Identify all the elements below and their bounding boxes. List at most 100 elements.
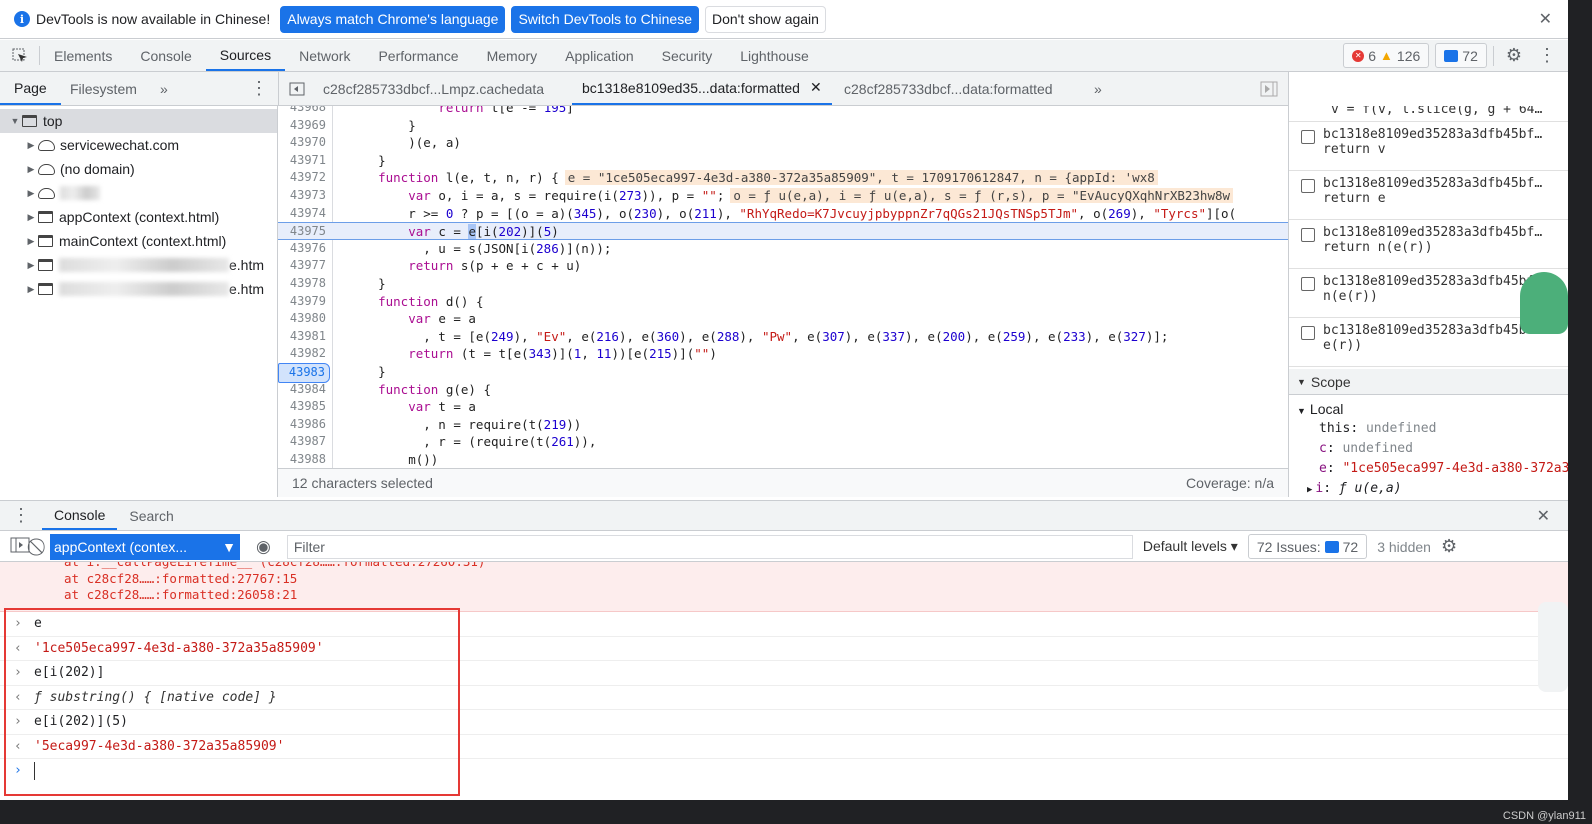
- tab-performance[interactable]: Performance: [364, 40, 472, 71]
- line-number[interactable]: 43970: [278, 134, 330, 152]
- code-line[interactable]: 43972 function l(e, t, n, r) {e = "1ce50…: [278, 169, 1288, 187]
- console-filter-input[interactable]: Filter: [286, 534, 1133, 559]
- drawer-menu-icon[interactable]: ⋮: [0, 501, 42, 530]
- blackbox-checkbox[interactable]: [1301, 277, 1315, 291]
- collapsed-arrow-icon[interactable]: ▶: [24, 260, 38, 271]
- toggle-navigator-icon[interactable]: [278, 72, 305, 105]
- drawer-tab-console[interactable]: Console: [42, 501, 118, 530]
- line-number[interactable]: 43980: [278, 310, 330, 328]
- tree-item[interactable]: ▶ e.htm: [0, 277, 277, 301]
- stack-frame[interactable]: at i.__callPageLifeTime__ (c28cf28……:for…: [64, 562, 1568, 571]
- dont-show-again-button[interactable]: Don't show again: [704, 5, 826, 33]
- tree-item[interactable]: ▶: [0, 181, 277, 205]
- tab-security[interactable]: Security: [648, 40, 727, 71]
- code-line[interactable]: 43987 , r = (require(t(261)),: [278, 433, 1288, 451]
- line-number[interactable]: 43988: [278, 451, 330, 468]
- code-line[interactable]: 43973 var o, i = a, s = require(i(273)),…: [278, 187, 1288, 205]
- line-number[interactable]: 43977: [278, 257, 330, 275]
- switch-to-chinese-button[interactable]: Switch DevTools to Chinese: [511, 5, 699, 33]
- blackbox-checkbox[interactable]: [1301, 179, 1315, 193]
- drawer-tab-search[interactable]: Search: [117, 501, 185, 530]
- settings-gear-icon[interactable]: ⚙: [1500, 45, 1528, 66]
- code-line[interactable]: 43977 return s(p + e + c + u): [278, 257, 1288, 275]
- line-number[interactable]: 43974: [278, 205, 330, 223]
- tab-lighthouse[interactable]: Lighthouse: [726, 40, 823, 71]
- code-line[interactable]: 43978 }: [278, 275, 1288, 293]
- code-line[interactable]: 43982 return (t = t[e(343)](1, 11))[e(21…: [278, 345, 1288, 363]
- issues-button[interactable]: 72 Issues: 72: [1247, 534, 1368, 559]
- log-levels-dropdown[interactable]: Default levels ▾: [1143, 538, 1238, 555]
- call-frame[interactable]: bc1318e8109ed35283a3dfb45bf… return n(e(r…: [1289, 220, 1568, 269]
- call-frame[interactable]: bc1318e8109ed35283a3dfb45bf… return v: [1289, 122, 1568, 171]
- console-output[interactable]: at i.__callPageLifeTime__ (c28cf28……:for…: [0, 562, 1568, 800]
- inspect-element-icon[interactable]: [0, 46, 40, 65]
- more-tabs-icon[interactable]: »: [160, 72, 168, 105]
- line-number[interactable]: 43979: [278, 293, 330, 311]
- line-number[interactable]: 43973: [278, 187, 330, 205]
- code-line[interactable]: 43988 m()): [278, 451, 1288, 468]
- collapsed-arrow-icon[interactable]: ▶: [24, 284, 38, 295]
- collapsed-arrow-icon[interactable]: ▶: [24, 188, 38, 199]
- stack-frame[interactable]: at c28cf28……:formatted:27767:15: [64, 571, 1568, 588]
- line-number[interactable]: 43972: [278, 169, 330, 187]
- code-editor[interactable]: 43968 return t[e -= 195] 43969 } 43970 )(e…: [278, 106, 1288, 468]
- expanded-arrow-icon[interactable]: ▼: [8, 116, 22, 126]
- tab-page[interactable]: Page: [0, 72, 61, 105]
- code-line[interactable]: 43986 , n = require(t(219)): [278, 416, 1288, 434]
- code-line[interactable]: 43981 , t = [e(249), "Ev", e(216), e(360…: [278, 328, 1288, 346]
- tab-sources[interactable]: Sources: [205, 40, 286, 71]
- show-sidebar-icon[interactable]: [10, 537, 30, 556]
- close-icon[interactable]: ✕: [1539, 9, 1552, 29]
- line-number[interactable]: 43978: [278, 275, 330, 293]
- code-line[interactable]: 43984 function g(e) {: [278, 381, 1288, 399]
- scope-variable[interactable]: c: undefined: [1297, 439, 1568, 459]
- console-settings-gear-icon[interactable]: ⚙: [1441, 536, 1457, 557]
- line-number[interactable]: 43981: [278, 328, 330, 346]
- scope-header[interactable]: ▼ Scope: [1289, 369, 1568, 395]
- code-line[interactable]: 43980 var e = a: [278, 310, 1288, 328]
- blackbox-checkbox[interactable]: [1301, 130, 1315, 144]
- console-prompt[interactable]: ›: [0, 759, 1568, 784]
- more-options-icon[interactable]: ⋮: [1534, 45, 1560, 66]
- console-scrollbar[interactable]: [1538, 602, 1568, 692]
- close-tab-icon[interactable]: ✕: [810, 79, 822, 96]
- line-number[interactable]: 43984: [278, 381, 330, 399]
- line-number[interactable]: 43975: [278, 223, 330, 241]
- code-line[interactable]: 43968 return t[e -= 195]: [278, 106, 1288, 117]
- file-tab[interactable]: c28cf285733dbcf...Lmpz.cachedata: [323, 72, 544, 105]
- tab-console[interactable]: Console: [126, 40, 205, 71]
- code-line[interactable]: 43975 var c = e[i(202)](5): [278, 222, 1288, 240]
- code-line[interactable]: 43976 , u = s(JSON[i(286)](n));: [278, 240, 1288, 258]
- error-warning-counter[interactable]: ✕ 6 ▲ 126: [1343, 43, 1430, 68]
- always-match-language-button[interactable]: Always match Chrome's language: [280, 5, 506, 33]
- code-line[interactable]: 43971 }: [278, 152, 1288, 170]
- code-line[interactable]: 43974 r >= 0 ? p = [(o = a)(345), o(230)…: [278, 205, 1288, 223]
- local-header[interactable]: ▼ Local: [1297, 399, 1568, 419]
- collapsed-arrow-icon[interactable]: ▶: [24, 212, 38, 223]
- line-number[interactable]: 43987: [278, 433, 330, 451]
- line-number[interactable]: 43969: [278, 117, 330, 135]
- line-number[interactable]: 43982: [278, 345, 330, 363]
- stack-frame[interactable]: at c28cf28……:formatted:26058:21: [64, 587, 1568, 604]
- toggle-debugger-icon[interactable]: [1260, 72, 1278, 105]
- tree-item[interactable]: ▶ servicewechat.com: [0, 133, 277, 157]
- more-file-tabs-icon[interactable]: »: [1094, 72, 1102, 105]
- line-number[interactable]: 43971: [278, 152, 330, 170]
- close-drawer-icon[interactable]: ✕: [1525, 501, 1568, 530]
- tab-network[interactable]: Network: [285, 40, 364, 71]
- collapsed-arrow-icon[interactable]: ▶: [24, 236, 38, 247]
- tab-application[interactable]: Application: [551, 40, 648, 71]
- code-line[interactable]: 43970 )(e, a): [278, 134, 1288, 152]
- collapsed-arrow-icon[interactable]: ▶: [24, 140, 38, 151]
- tab-filesystem[interactable]: Filesystem: [70, 72, 137, 105]
- scope-variable[interactable]: e: "1ce505eca997-4e3d-a380-372a35a85909": [1297, 459, 1568, 479]
- line-number[interactable]: 43985: [278, 398, 330, 416]
- expand-arrow-icon[interactable]: ▶: [1307, 485, 1312, 495]
- more-options-icon[interactable]: ⋮: [250, 72, 268, 105]
- line-number[interactable]: 43968: [278, 106, 330, 117]
- file-tab[interactable]: c28cf285733dbcf...data:formatted: [844, 72, 1053, 105]
- tree-item[interactable]: ▶ (no domain): [0, 157, 277, 181]
- context-selector[interactable]: appContext (contex... ▼: [50, 533, 240, 560]
- call-frame[interactable]: bc1318e8109ed35283a3dfb45bf… return e: [1289, 171, 1568, 220]
- live-expression-eye-icon[interactable]: ◉: [250, 537, 277, 557]
